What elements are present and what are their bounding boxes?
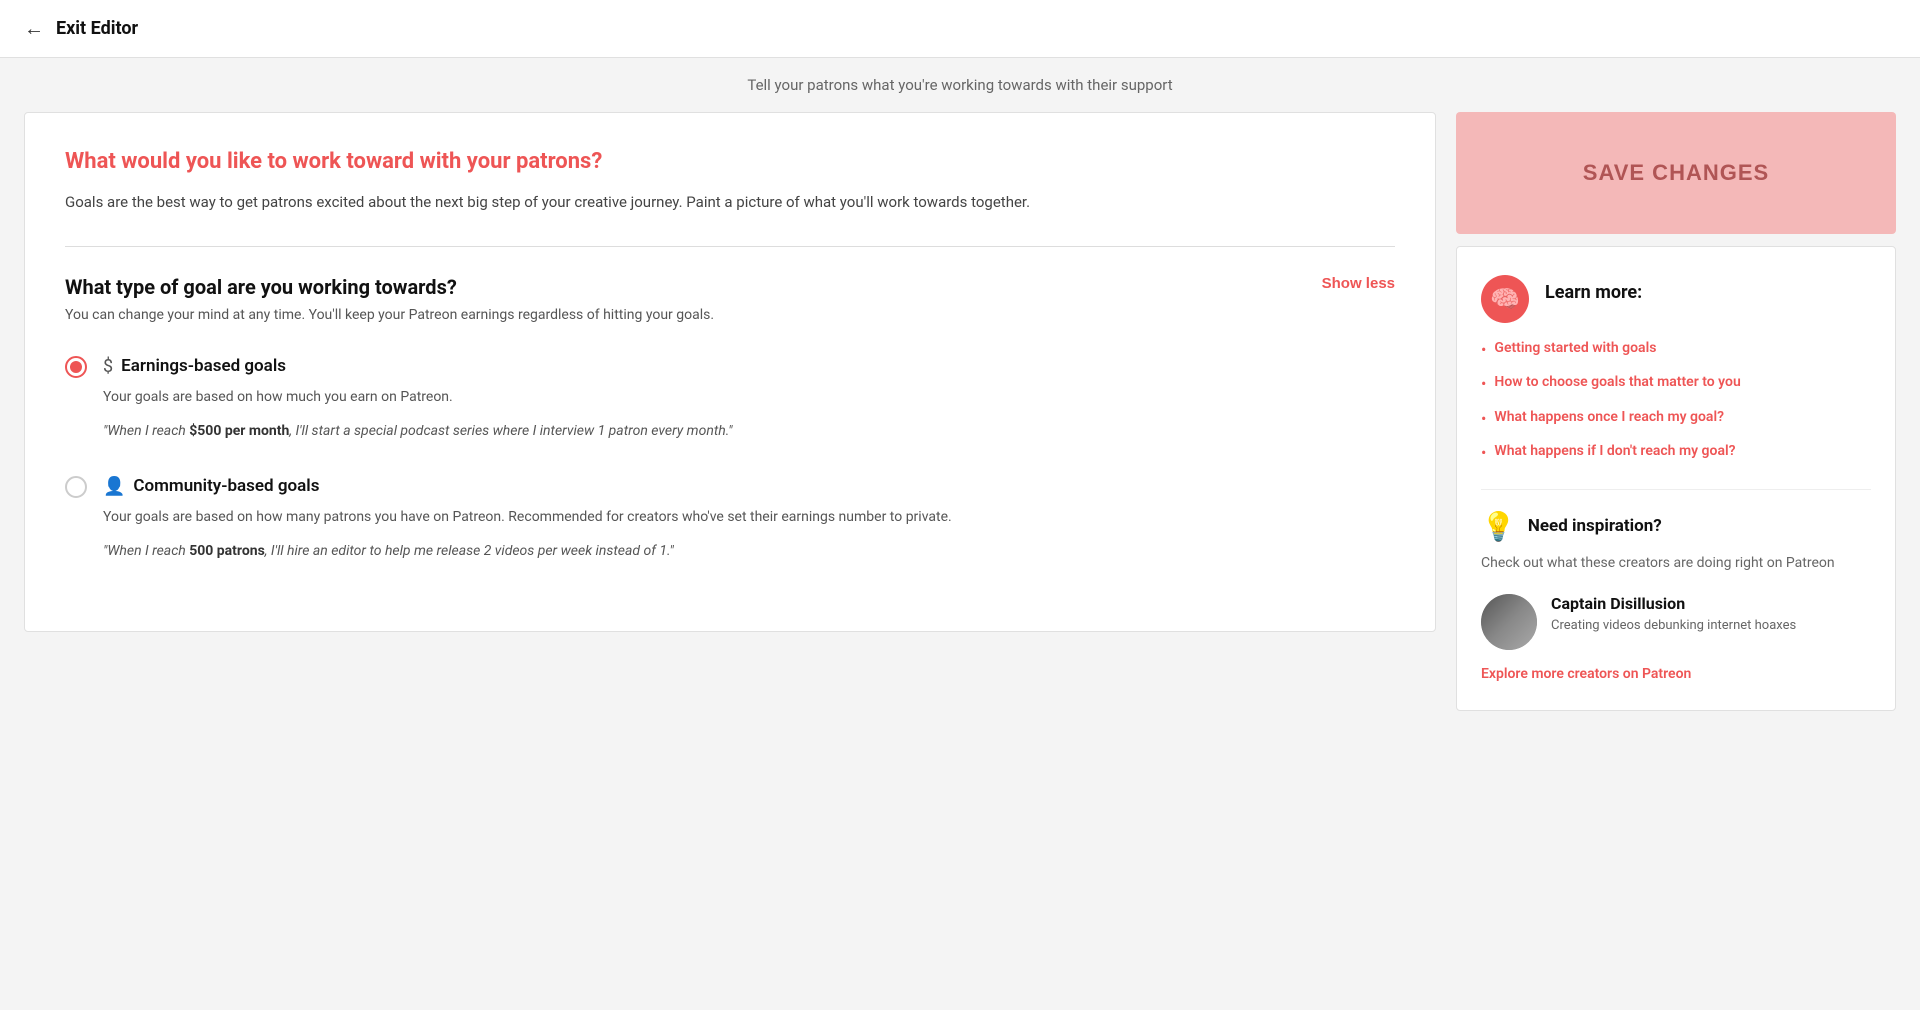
left-panel: What would you like to work toward with … — [24, 112, 1436, 632]
learn-more-title: Learn more: — [1545, 282, 1642, 303]
community-goal-desc: Your goals are based on how many patrons… — [103, 507, 1395, 528]
earnings-goal-content: $ Earnings-based goals Your goals are ba… — [103, 354, 1395, 442]
list-item: • What happens once I reach my goal? — [1481, 408, 1871, 430]
creator-card: Captain Disillusion Creating videos debu… — [1481, 594, 1871, 650]
learn-more-links: • Getting started with goals • How to ch… — [1481, 339, 1871, 465]
creator-name: Captain Disillusion — [1551, 594, 1796, 613]
community-goal-option[interactable]: 👤 Community-based goals Your goals are b… — [65, 474, 1395, 562]
earnings-goal-label: Earnings-based goals — [121, 356, 286, 376]
learn-more-card: 🧠 Learn more: • Getting started with goa… — [1456, 246, 1896, 711]
inspiration-title: Need inspiration? — [1528, 516, 1662, 536]
top-bar: ← Exit Editor — [0, 0, 1920, 58]
people-icon: 👤 — [103, 476, 125, 497]
earnings-label-row: $ Earnings-based goals — [103, 354, 1395, 377]
brain-icon: 🧠 — [1481, 275, 1529, 323]
inspiration-section: 💡 Need inspiration? Check out what these… — [1481, 489, 1871, 682]
page-title: Exit Editor — [56, 18, 138, 39]
divider — [65, 246, 1395, 247]
page-subtitle: Tell your patrons what you're working to… — [0, 58, 1920, 112]
learn-link-reach-goal[interactable]: What happens once I reach my goal? — [1494, 408, 1724, 428]
community-goal-label: Community-based goals — [133, 476, 319, 496]
learn-link-dont-reach[interactable]: What happens if I don't reach my goal? — [1494, 442, 1735, 462]
back-arrow-icon[interactable]: ← — [24, 16, 44, 41]
creator-info: Captain Disillusion Creating videos debu… — [1551, 594, 1796, 635]
community-label-row: 👤 Community-based goals — [103, 474, 1395, 497]
creator-avatar — [1481, 594, 1537, 650]
lightbulb-icon: 💡 — [1481, 510, 1516, 543]
show-less-button[interactable]: Show less — [1322, 275, 1395, 292]
learn-link-getting-started[interactable]: Getting started with goals — [1494, 339, 1656, 359]
bullet-icon: • — [1481, 339, 1486, 361]
community-goal-example: "When I reach 500 patrons, I'll hire an … — [103, 540, 1395, 562]
bullet-icon: • — [1481, 408, 1486, 430]
save-changes-button[interactable]: SAVE CHANGES — [1456, 112, 1896, 234]
avatar-image — [1481, 594, 1537, 650]
goal-type-title: What type of goal are you working toward… — [65, 275, 457, 299]
main-layout: What would you like to work toward with … — [0, 112, 1920, 735]
section-title: What would you like to work toward with … — [65, 149, 1395, 174]
list-item: • What happens if I don't reach my goal? — [1481, 442, 1871, 464]
list-item: • How to choose goals that matter to you — [1481, 373, 1871, 395]
earnings-goal-option[interactable]: $ Earnings-based goals Your goals are ba… — [65, 354, 1395, 442]
inspiration-header: 💡 Need inspiration? — [1481, 510, 1871, 543]
explore-creators-link[interactable]: Explore more creators on Patreon — [1481, 666, 1871, 682]
dollar-icon: $ — [103, 356, 113, 377]
learn-more-header: 🧠 Learn more: — [1481, 275, 1871, 323]
creator-description: Creating videos debunking internet hoaxe… — [1551, 617, 1796, 635]
list-item: • Getting started with goals — [1481, 339, 1871, 361]
inspiration-desc: Check out what these creators are doing … — [1481, 553, 1871, 574]
community-radio[interactable] — [65, 476, 87, 498]
bullet-icon: • — [1481, 373, 1486, 395]
right-panel: SAVE CHANGES 🧠 Learn more: • Getting sta… — [1456, 112, 1896, 711]
goal-type-subtitle: You can change your mind at any time. Yo… — [65, 305, 1395, 326]
earnings-radio[interactable] — [65, 356, 87, 378]
learn-link-choose-goals[interactable]: How to choose goals that matter to you — [1494, 373, 1740, 393]
earnings-goal-desc: Your goals are based on how much you ear… — [103, 387, 1395, 408]
intro-text: Goals are the best way to get patrons ex… — [65, 190, 1395, 214]
community-goal-content: 👤 Community-based goals Your goals are b… — [103, 474, 1395, 562]
goal-type-header: What type of goal are you working toward… — [65, 275, 1395, 299]
bullet-icon: • — [1481, 442, 1486, 464]
earnings-goal-example: "When I reach $500 per month, I'll start… — [103, 420, 1395, 442]
